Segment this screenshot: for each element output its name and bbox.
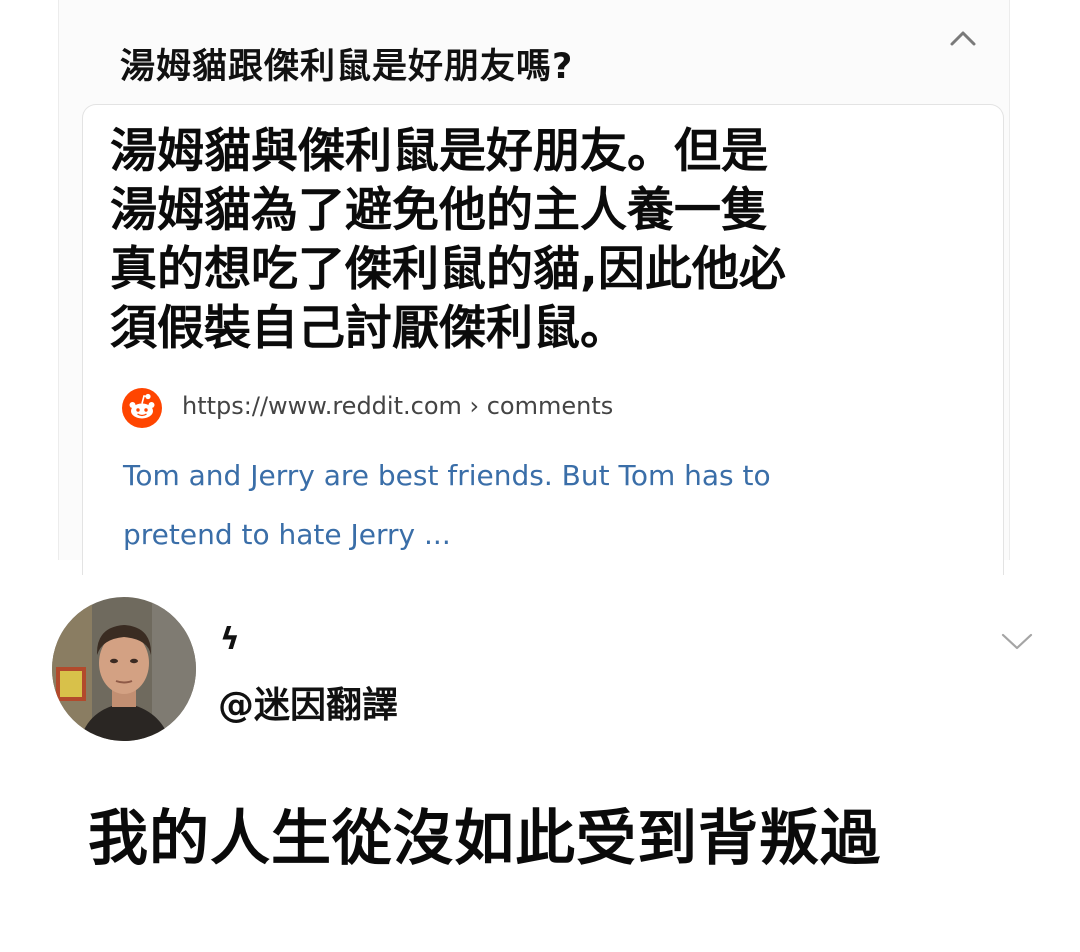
meme-screenshot: 湯姆貓跟傑利鼠是好朋友嗎? 湯姆貓與傑利鼠是好朋友。但是 湯姆貓為了避免他的主人… bbox=[0, 0, 1080, 952]
result-snippet[interactable]: Tom and Jerry are best friends. But Tom … bbox=[123, 446, 923, 564]
source-url[interactable]: https://www.reddit.com › comments bbox=[182, 392, 613, 420]
display-name[interactable]: ϟ bbox=[220, 622, 240, 657]
tweet-text: 我的人生從沒如此受到背叛過 bbox=[88, 804, 881, 874]
snippet-line: Tom and Jerry are best friends. But Tom … bbox=[123, 459, 771, 492]
chevron-down-icon[interactable] bbox=[998, 628, 1036, 654]
answer-line: 真的想吃了傑利鼠的貓,因此他必 bbox=[110, 242, 786, 297]
snippet-line: pretend to hate Jerry ... bbox=[123, 518, 451, 551]
chevron-up-icon[interactable] bbox=[946, 24, 980, 54]
user-handle[interactable]: @迷因翻譯 bbox=[218, 676, 398, 728]
featured-answer: 湯姆貓與傑利鼠是好朋友。但是 湯姆貓為了避免他的主人養一隻 真的想吃了傑利鼠的貓… bbox=[110, 122, 970, 358]
reddit-icon bbox=[122, 388, 162, 428]
avatar[interactable] bbox=[52, 597, 196, 741]
question-title[interactable]: 湯姆貓跟傑利鼠是好朋友嗎? bbox=[120, 38, 573, 89]
answer-line: 湯姆貓與傑利鼠是好朋友。但是 bbox=[110, 124, 768, 179]
answer-line: 湯姆貓為了避免他的主人養一隻 bbox=[110, 183, 768, 238]
answer-line: 須假裝自己討厭傑利鼠。 bbox=[110, 301, 627, 356]
